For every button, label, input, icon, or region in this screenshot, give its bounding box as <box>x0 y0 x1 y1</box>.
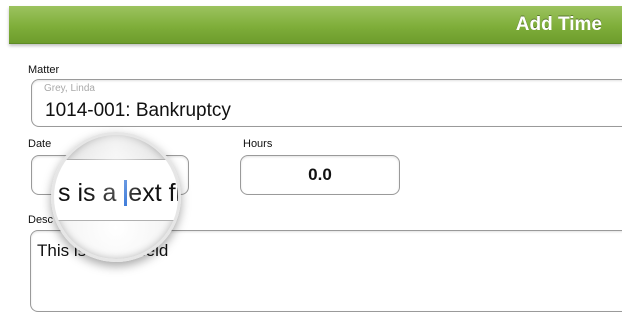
matter-client-name: Grey, Linda <box>44 83 95 94</box>
magnified-text-after: ext fi <box>128 179 181 207</box>
description-label: Desc <box>28 214 54 226</box>
text-cursor-caret <box>124 180 128 206</box>
magnified-text-before: s is a <box>58 179 124 207</box>
hours-field[interactable]: 0.0 <box>240 155 400 195</box>
matter-label: Matter <box>28 64 60 76</box>
date-label: Date <box>28 138 52 150</box>
magnified-text: s is a ext fi <box>58 179 181 208</box>
matter-field[interactable]: Grey, Linda 1014-001: Bankruptcy <box>31 79 622 127</box>
page-title: Add Time <box>515 14 602 35</box>
matter-value: 1014-001: Bankruptcy <box>45 100 231 121</box>
text-magnifier-loupe: s is a ext fi <box>51 132 181 262</box>
nav-bar: Add Time <box>9 6 622 44</box>
hours-label: Hours <box>243 138 273 150</box>
hours-value: 0.0 <box>308 165 332 184</box>
